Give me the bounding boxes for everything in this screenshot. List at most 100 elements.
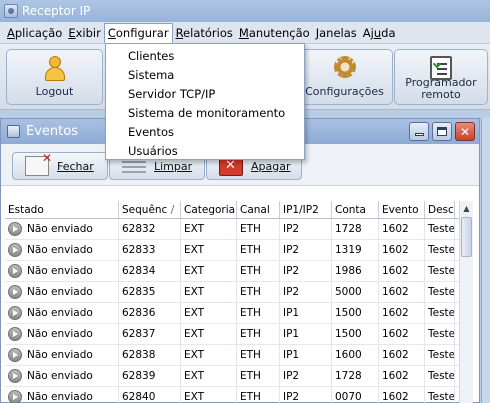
status-arrow-icon: [8, 285, 22, 299]
cell-sequencia: 62836: [119, 303, 181, 323]
cell-canal: ETH: [237, 219, 280, 239]
column-header-sequencia-label: Sequênc: [122, 204, 168, 216]
minimize-icon: [414, 133, 424, 136]
cell-ip: IP2: [280, 219, 332, 239]
logout-button[interactable]: Logout: [6, 49, 103, 105]
cell-canal: ETH: [237, 366, 280, 386]
cell-ip: IP1: [280, 324, 332, 344]
cell-canal: ETH: [237, 303, 280, 323]
cell-estado: Não enviado: [5, 240, 119, 260]
menu-relatorios[interactable]: Relatórios: [173, 23, 236, 43]
cell-conta: 1319: [332, 240, 379, 260]
table-row[interactable]: Não enviado 62833 EXT ETH IP2 1319 1602 Teste: [5, 240, 473, 261]
table-row[interactable]: Não enviado 62836 EXT ETH IP1 1500 1602 Teste: [5, 303, 473, 324]
logout-label: Logout: [35, 85, 74, 98]
status-arrow-icon: [8, 390, 22, 403]
status-text: Não enviado: [27, 243, 93, 256]
cell-canal: ETH: [237, 387, 280, 403]
cell-estado: Não enviado: [5, 324, 119, 344]
configurar-dropdown-menu: Clientes Sistema Servidor TCP/IP Sistema de…: [105, 43, 305, 160]
maximize-button[interactable]: [432, 122, 452, 141]
menu-aplicacao[interactable]: Aplicação: [4, 23, 65, 43]
cell-categoria: EXT: [181, 387, 237, 403]
table-row[interactable]: Não enviado 62834 EXT ETH IP2 1986 1602 Teste: [5, 261, 473, 282]
menu-manutencao[interactable]: Manutenção: [236, 23, 313, 43]
configuracoes-button[interactable]: Configurações: [296, 49, 393, 105]
app-title: Receptor IP: [22, 4, 91, 18]
cell-conta: 1500: [332, 303, 379, 323]
cell-ip: IP2: [280, 282, 332, 302]
cell-conta: 0070: [332, 387, 379, 403]
cell-canal: ETH: [237, 240, 280, 260]
cell-conta: 1986: [332, 261, 379, 281]
status-arrow-icon: [8, 222, 22, 236]
column-header-estado[interactable]: Estado: [5, 201, 119, 218]
scroll-up-icon[interactable]: ▲: [460, 201, 473, 215]
menu-item-usuarios[interactable]: Usuários: [106, 142, 304, 161]
table-row[interactable]: Não enviado 62838 EXT ETH IP1 1600 1602 Teste: [5, 345, 473, 366]
maximize-icon: [437, 127, 447, 136]
menu-bar: Aplicação Exibir Configurar Relatórios M…: [0, 22, 490, 44]
person-icon: [44, 56, 66, 82]
column-header-evento[interactable]: Evento: [379, 201, 425, 218]
table-row[interactable]: Não enviado 62837 EXT ETH IP1 1500 1602 Teste: [5, 324, 473, 345]
table-row[interactable]: Não enviado 62840 EXT ETH IP2 0070 1602 Teste: [5, 387, 473, 403]
cell-sequencia: 62833: [119, 240, 181, 260]
menu-item-sistema[interactable]: Sistema: [106, 66, 304, 85]
menu-item-servidor-tcp-ip[interactable]: Servidor TCP/IP: [106, 85, 304, 104]
cell-canal: ETH: [237, 261, 280, 281]
cell-ip: IP2: [280, 387, 332, 403]
column-header-ip[interactable]: IP1/IP2: [280, 201, 332, 218]
vertical-scrollbar[interactable]: ▲: [459, 201, 473, 403]
cell-descricao: Teste: [425, 324, 455, 344]
cell-descricao: Teste: [425, 303, 455, 323]
fechar-button[interactable]: Fechar: [12, 151, 108, 180]
column-header-descricao[interactable]: Descr: [425, 201, 455, 218]
programador-remoto-button[interactable]: Programador remoto: [394, 49, 488, 105]
background-window-edge: [481, 118, 490, 403]
table-row[interactable]: Não enviado 62839 EXT ETH IP2 1728 1602 Teste: [5, 366, 473, 387]
cell-categoria: EXT: [181, 345, 237, 365]
menu-item-sistema-de-monitoramento[interactable]: Sistema de monitoramento: [106, 104, 304, 123]
status-arrow-icon: [8, 369, 22, 383]
cell-sequencia: 62834: [119, 261, 181, 281]
cell-categoria: EXT: [181, 366, 237, 386]
menu-ajuda[interactable]: Ajuda: [360, 23, 399, 43]
sort-indicator-icon: /: [170, 204, 175, 216]
cell-conta: 5000: [332, 282, 379, 302]
menu-item-clientes[interactable]: Clientes: [106, 47, 304, 66]
cell-estado: Não enviado: [5, 303, 119, 323]
table-header: Estado Sequênc / Categoria Canal IP1/IP2…: [5, 201, 473, 219]
eventos-title: Eventos: [26, 124, 78, 139]
cell-sequencia: 62840: [119, 387, 181, 403]
status-arrow-icon: [8, 327, 22, 341]
menu-configurar[interactable]: Configurar: [103, 22, 173, 43]
column-header-conta[interactable]: Conta: [332, 201, 379, 218]
cell-sequencia: 62838: [119, 345, 181, 365]
cell-sequencia: 62837: [119, 324, 181, 344]
column-header-categoria[interactable]: Categoria: [181, 201, 237, 218]
cell-evento: 1602: [379, 303, 425, 323]
menu-janelas[interactable]: Janelas: [313, 23, 360, 43]
cell-descricao: Teste: [425, 345, 455, 365]
close-icon: ✕: [459, 124, 471, 139]
close-button[interactable]: ✕: [455, 122, 475, 141]
menu-exibir[interactable]: Exibir: [65, 23, 104, 43]
table-row[interactable]: Não enviado 62835 EXT ETH IP2 5000 1602 Teste: [5, 282, 473, 303]
clipboard-icon: [430, 56, 452, 80]
minimize-button[interactable]: [409, 122, 429, 141]
cell-descricao: Teste: [425, 261, 455, 281]
scrollbar-thumb[interactable]: [461, 217, 472, 257]
cell-evento: 1602: [379, 366, 425, 386]
cell-canal: ETH: [237, 282, 280, 302]
cell-ip: IP2: [280, 240, 332, 260]
column-header-sequencia[interactable]: Sequênc /: [119, 201, 181, 218]
events-table: Estado Sequênc / Categoria Canal IP1/IP2…: [5, 201, 473, 403]
column-header-canal[interactable]: Canal: [237, 201, 280, 218]
menu-item-eventos[interactable]: Eventos: [106, 123, 304, 142]
table-row[interactable]: Não enviado 62832 EXT ETH IP2 1728 1602 Teste: [5, 219, 473, 240]
cell-evento: 1602: [379, 345, 425, 365]
cell-categoria: EXT: [181, 240, 237, 260]
status-arrow-icon: [8, 348, 22, 362]
cell-descricao: Teste: [425, 240, 455, 260]
